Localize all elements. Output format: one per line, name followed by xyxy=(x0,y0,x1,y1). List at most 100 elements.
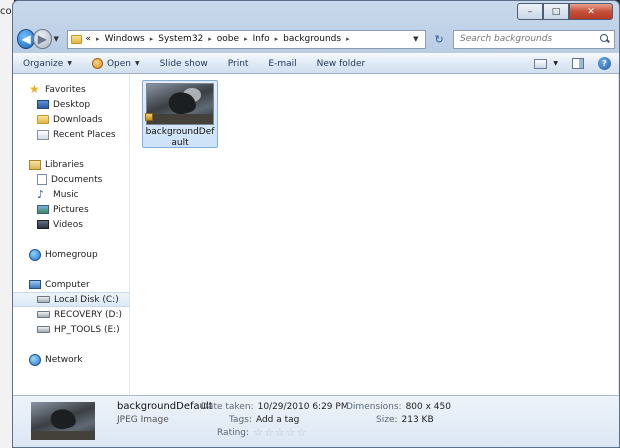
nav-videos[interactable]: Videos xyxy=(13,217,129,232)
nav-recent-places-label: Recent Places xyxy=(53,129,116,140)
print-button[interactable]: Print xyxy=(218,59,259,69)
slideshow-button[interactable]: Slide show xyxy=(150,59,218,69)
breadcrumb-separator-icon[interactable]: ▸ xyxy=(150,35,154,43)
nav-network[interactable]: Network xyxy=(13,352,129,367)
nav-homegroup[interactable]: Homegroup xyxy=(13,247,129,262)
breadcrumb-item[interactable]: backgrounds ▸ xyxy=(283,34,354,44)
details-tags: Tags: Add a tag xyxy=(229,415,299,425)
nav-desktop[interactable]: Desktop xyxy=(13,97,129,112)
rating-star-icon[interactable]: ☆ xyxy=(264,427,274,438)
network-icon xyxy=(29,353,41,366)
nav-hp-tools-label: HP_TOOLS (E:) xyxy=(54,324,120,335)
chevron-down-icon: ▼ xyxy=(135,60,140,67)
nav-recovery[interactable]: RECOVERY (D:) xyxy=(13,307,129,322)
explorer-window: – □ ✕ ◀ ▶ ▼ « ▸ Windows ▸ System32 ▸ oobe ▸ Inf… xyxy=(12,0,620,448)
computer-icon xyxy=(29,280,41,289)
desktop-icon xyxy=(37,100,49,109)
nav-local-disk[interactable]: Local Disk (C:) xyxy=(13,292,129,307)
breadcrumb-label: System32 xyxy=(158,34,204,44)
recent-pages-dropdown[interactable]: ▼ xyxy=(54,35,63,43)
rating-star-icon[interactable]: ☆ xyxy=(275,427,285,438)
close-button[interactable]: ✕ xyxy=(569,3,613,20)
nav-local-disk-label: Local Disk (C:) xyxy=(54,294,119,305)
breadcrumb-item[interactable]: ▸ Windows ▸ xyxy=(91,34,158,44)
search-icon[interactable] xyxy=(600,34,610,44)
breadcrumb-item[interactable]: oobe ▸ xyxy=(217,34,253,44)
nav-recent-places[interactable]: Recent Places xyxy=(13,127,129,142)
maximize-button[interactable]: □ xyxy=(543,3,569,20)
forward-button[interactable]: ▶ xyxy=(33,29,52,49)
folder-icon xyxy=(70,34,82,44)
breadcrumb-separator-icon[interactable]: ▸ xyxy=(208,35,212,43)
refresh-icon: ↻ xyxy=(434,32,444,46)
breadcrumb-item[interactable]: Info ▸ xyxy=(253,34,284,44)
date-taken-value[interactable]: 10/29/2010 6:29 PM xyxy=(258,402,349,412)
search-box[interactable] xyxy=(453,29,616,49)
nav-homegroup-label: Homegroup xyxy=(45,249,98,260)
downloads-folder-icon xyxy=(37,115,49,124)
content-area: ★ Favorites Desktop Downloads Recent Pla… xyxy=(13,74,619,395)
nav-computer[interactable]: Computer xyxy=(13,277,129,292)
new-folder-button[interactable]: New folder xyxy=(307,59,376,69)
command-bar: Organize ▼ Open ▼ Slide show Print E-mai… xyxy=(13,53,619,74)
breadcrumb: ▸ Windows ▸ System32 ▸ oobe ▸ Info ▸ backgrounds ▸ xyxy=(91,34,355,44)
open-button[interactable]: Open ▼ xyxy=(82,58,150,69)
network-group: Network xyxy=(13,352,129,367)
view-options-dropdown[interactable]: ▼ xyxy=(553,60,558,67)
help-icon[interactable]: ? xyxy=(598,57,611,70)
nav-videos-label: Videos xyxy=(53,219,83,230)
rating-star-icon[interactable]: ☆ xyxy=(253,427,263,438)
nav-desktop-label: Desktop xyxy=(53,99,91,110)
refresh-button[interactable]: ↻ xyxy=(429,30,449,49)
nav-pictures[interactable]: Pictures xyxy=(13,202,129,217)
nav-computer-label: Computer xyxy=(45,279,90,290)
preview-pane-icon[interactable] xyxy=(572,58,584,69)
breadcrumb-separator-icon[interactable]: ▸ xyxy=(96,35,100,43)
rating-star-icon[interactable]: ☆ xyxy=(297,427,307,438)
breadcrumb-separator-icon[interactable]: ▸ xyxy=(275,35,279,43)
address-bar[interactable]: « ▸ Windows ▸ System32 ▸ oobe ▸ Info ▸ background… xyxy=(66,29,427,49)
tags-label: Tags: xyxy=(229,415,252,425)
rating-stars[interactable]: ☆ ☆ ☆ ☆ ☆ xyxy=(253,427,307,438)
date-taken-label: Date taken: xyxy=(201,402,254,412)
address-history-dropdown[interactable]: ▼ xyxy=(413,35,425,43)
dimensions-label: Dimensions: xyxy=(346,402,402,412)
breadcrumb-label: backgrounds xyxy=(283,34,342,44)
change-view-icon[interactable] xyxy=(534,58,548,69)
nav-music[interactable]: ♪ Music xyxy=(13,187,129,202)
nav-documents[interactable]: Documents xyxy=(13,172,129,187)
file-name: backgroundDefault xyxy=(145,127,215,148)
pictures-icon xyxy=(37,205,49,214)
details-thumbnail xyxy=(31,402,95,440)
minimize-button[interactable]: – xyxy=(517,3,543,20)
file-item[interactable]: backgroundDefault xyxy=(142,80,218,148)
music-note-icon: ♪ xyxy=(37,188,45,201)
videos-icon xyxy=(37,220,49,229)
drive-icon xyxy=(37,311,50,318)
computer-group: Computer Local Disk (C:) RECOVERY (D:) H… xyxy=(13,277,129,337)
back-arrow-icon: ◀ xyxy=(21,32,31,46)
details-file-type: JPEG Image xyxy=(117,415,169,425)
nav-hp-tools[interactable]: HP_TOOLS (E:) xyxy=(13,322,129,337)
nav-downloads[interactable]: Downloads xyxy=(13,112,129,127)
breadcrumb-separator-icon[interactable]: ▸ xyxy=(244,35,248,43)
nav-downloads-label: Downloads xyxy=(53,114,103,125)
tags-value[interactable]: Add a tag xyxy=(256,415,299,425)
breadcrumb-label: oobe xyxy=(216,34,240,44)
search-input[interactable] xyxy=(460,34,601,44)
email-button[interactable]: E-mail xyxy=(258,59,306,69)
nav-documents-label: Documents xyxy=(51,174,103,185)
breadcrumb-item[interactable]: System32 ▸ xyxy=(158,34,217,44)
file-list[interactable]: backgroundDefault xyxy=(130,74,619,395)
size-label: Size: xyxy=(376,415,398,425)
rating-star-icon[interactable]: ☆ xyxy=(286,427,296,438)
nav-favorites[interactable]: ★ Favorites xyxy=(13,82,129,97)
lock-icon xyxy=(145,113,153,121)
organize-button[interactable]: Organize ▼ xyxy=(13,59,82,69)
nav-libraries[interactable]: Libraries xyxy=(13,157,129,172)
breadcrumb-separator-icon[interactable]: ▸ xyxy=(346,35,350,43)
details-file-name: backgroundDefault xyxy=(117,401,213,412)
forward-arrow-icon: ▶ xyxy=(37,32,47,46)
details-dimensions: Dimensions: 800 x 450 xyxy=(346,402,451,412)
organize-label: Organize xyxy=(23,58,64,69)
